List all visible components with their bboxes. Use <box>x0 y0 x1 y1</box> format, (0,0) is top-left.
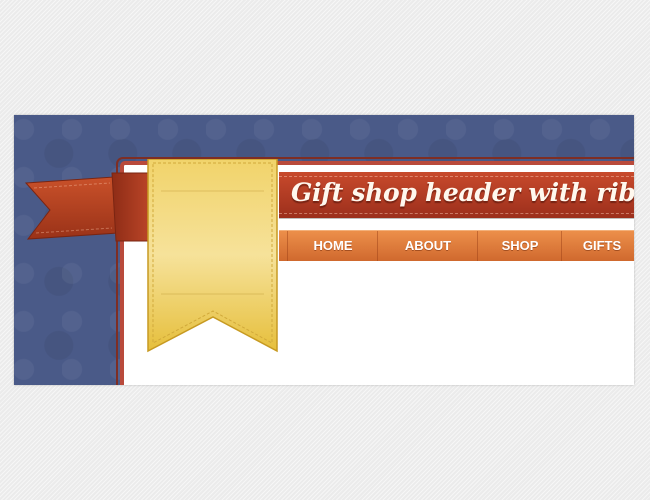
title-ribbon: Gift shop header with ribbons <box>279 172 634 218</box>
nav-item-home[interactable]: HOME <box>287 231 378 261</box>
bookmark-ribbon-decoration <box>147 159 278 353</box>
nav-item-shop[interactable]: SHOP <box>477 231 562 261</box>
flag-ribbon-decoration <box>24 172 154 242</box>
nav-bar: HOME ABOUT SHOP GIFTS <box>279 230 634 261</box>
nav-item-gifts[interactable]: GIFTS <box>561 231 634 261</box>
page-title: Gift shop header with ribbons <box>291 178 634 207</box>
nav-item-about[interactable]: ABOUT <box>377 231 478 261</box>
header-frame: Gift shop header with ribbons HOME ABOUT… <box>14 115 634 385</box>
